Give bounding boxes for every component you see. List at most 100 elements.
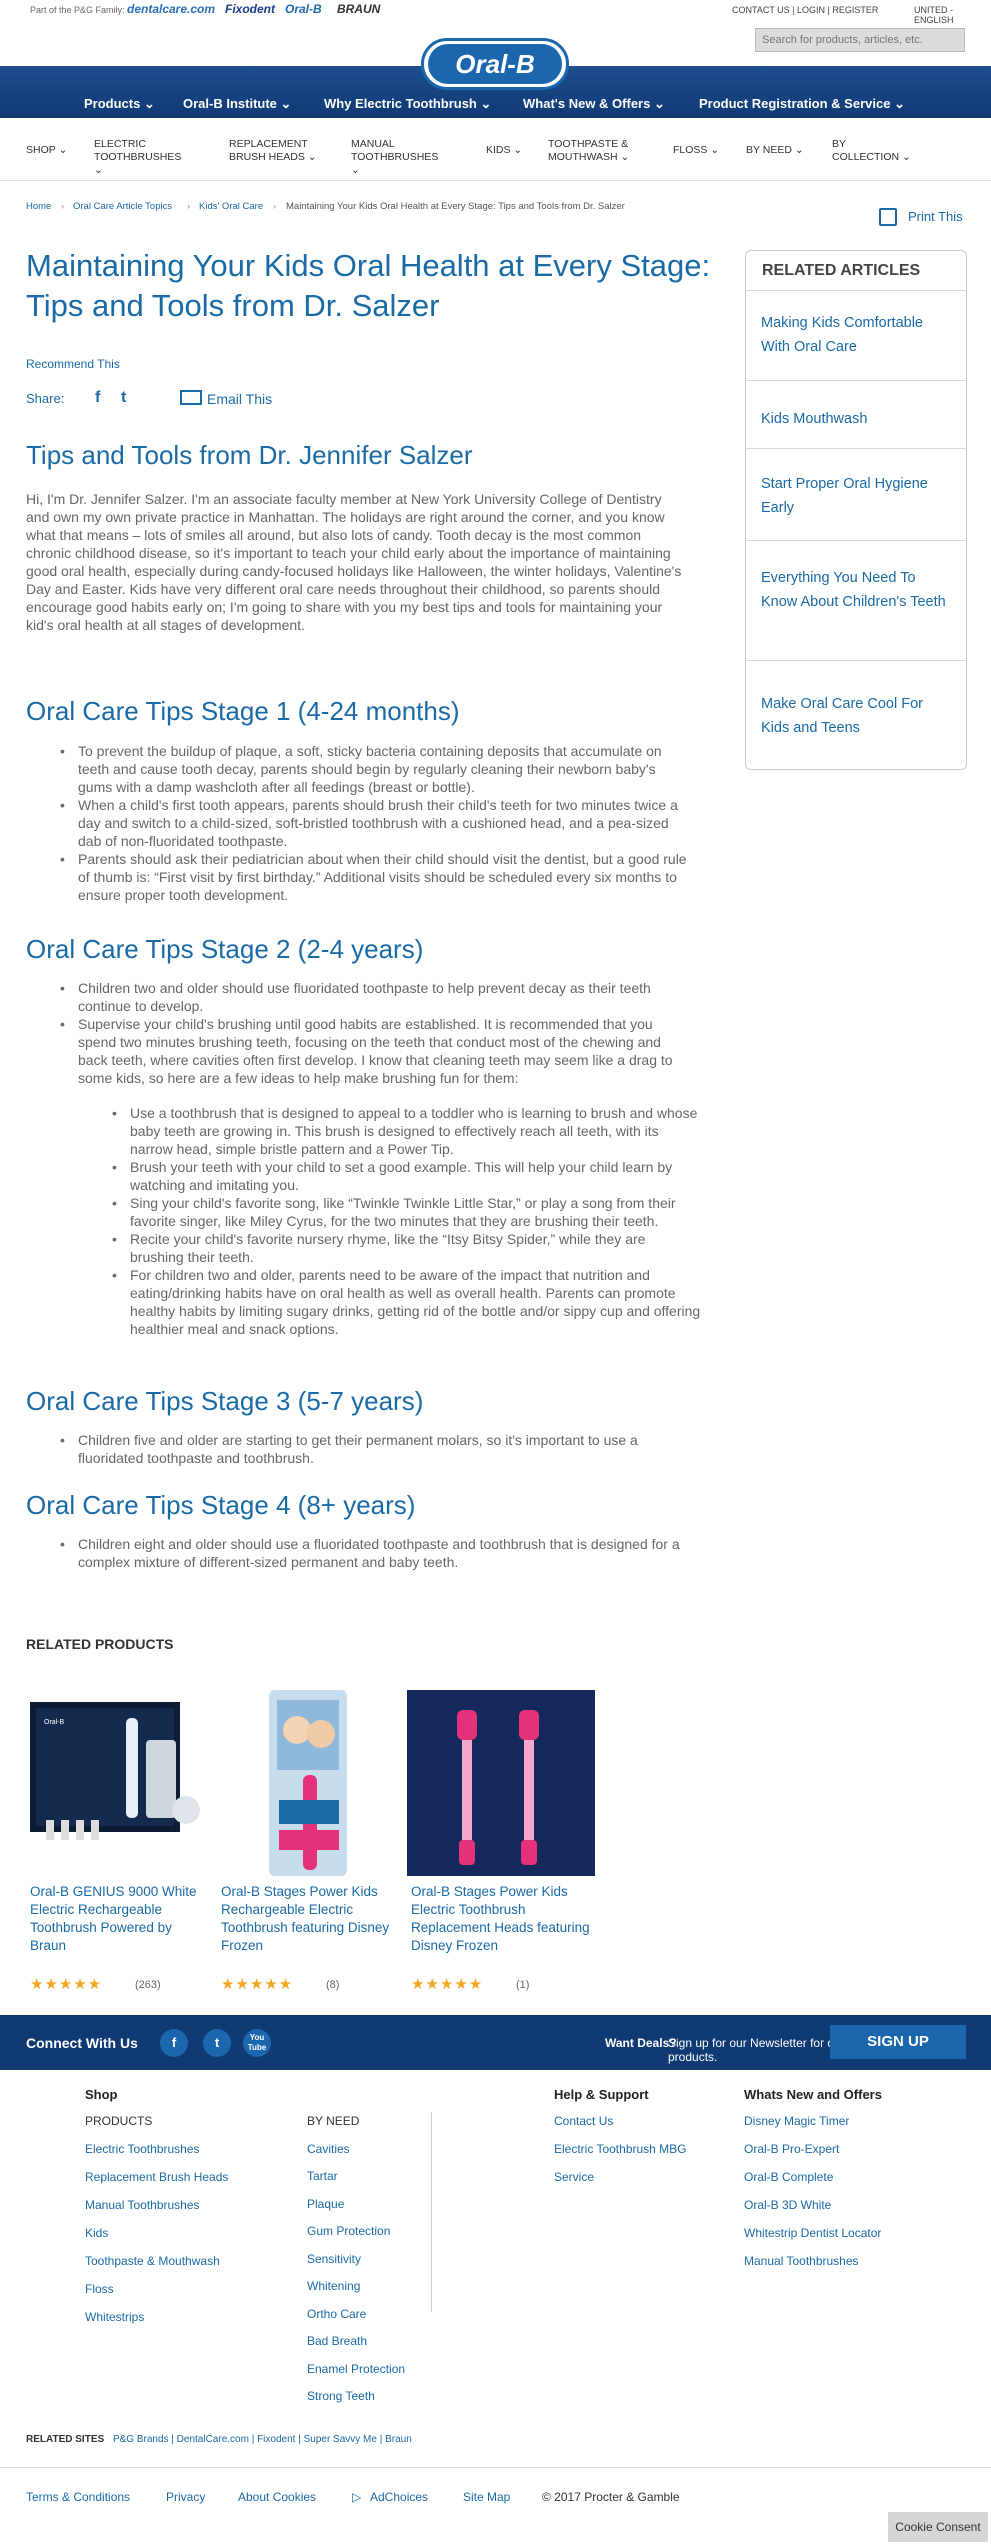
twitter-share-icon[interactable]: t — [121, 389, 126, 407]
recommend-link[interactable]: Recommend This — [26, 357, 120, 371]
footer-whats-new-heading: Whats New and Offers — [744, 2087, 882, 2102]
list-item: When a child's first tooth appears, pare… — [60, 796, 690, 850]
nav-whats-new[interactable]: What's New & Offers ⌄ — [523, 96, 665, 112]
footer-link[interactable]: Cavities — [307, 2142, 427, 2170]
subnav-kids[interactable]: KIDS ⌄ — [486, 144, 522, 157]
list-item: Brush your teeth with your child to set … — [112, 1158, 702, 1194]
deals-label: Want Deals? — [605, 2036, 677, 2050]
product-link-genius[interactable]: Oral-B GENIUS 9000 White Electric Rechar… — [30, 1883, 210, 1955]
intro-paragraph: Hi, I'm Dr. Jennifer Salzer. I'm an asso… — [26, 491, 682, 633]
footer-link[interactable]: Floss — [85, 2282, 245, 2310]
footer-link[interactable]: Electric Toothbrush MBG — [554, 2142, 724, 2170]
privacy-link[interactable]: Privacy — [166, 2490, 205, 2504]
product-link-stages-power[interactable]: Oral-B Stages Power Kids Rechargeable El… — [221, 1883, 401, 1955]
subnav-replacement-heads[interactable]: REPLACEMENT BRUSH HEADS ⌄ — [229, 138, 319, 164]
review-count[interactable]: (263) — [135, 1979, 161, 1991]
related-article-link[interactable]: Kids Mouthwash — [761, 407, 946, 431]
subnav-floss[interactable]: FLOSS ⌄ — [673, 144, 719, 157]
facebook-icon[interactable]: f — [160, 2029, 188, 2057]
adchoices-link[interactable]: AdChoices — [370, 2490, 428, 2504]
adchoices-icon[interactable]: ▷ — [352, 2490, 361, 2504]
list-item: To prevent the buildup of plaque, a soft… — [60, 742, 690, 796]
subnav-toothpaste[interactable]: TOOTHPASTE & MOUTHWASH ⌄ — [548, 138, 643, 164]
footer-link[interactable]: Replacement Brush Heads — [85, 2170, 245, 2198]
page-title: Maintaining Your Kids Oral Health at Eve… — [26, 248, 711, 323]
nav-why-electric[interactable]: Why Electric Toothbrush ⌄ — [324, 96, 491, 112]
breadcrumb-article-topics[interactable]: Oral Care Article Topics — [73, 201, 172, 212]
subnav-manual-toothbrushes[interactable]: MANUAL TOOTHBRUSHES ⌄ — [351, 138, 438, 177]
footer-link[interactable]: Oral-B Complete — [744, 2170, 944, 2198]
oralb-family-link[interactable]: Oral-B — [285, 2, 322, 16]
footer-link[interactable]: Disney Magic Timer — [744, 2114, 944, 2142]
list-item: Parents should ask their pediatrician ab… — [60, 850, 690, 904]
nav-product-registration[interactable]: Product Registration & Service ⌄ — [699, 96, 905, 112]
print-this-link[interactable]: Print This — [908, 209, 963, 224]
footer-link[interactable]: Strong Teeth — [307, 2389, 427, 2417]
product-image-genius[interactable]: Oral-B — [26, 1690, 214, 1876]
twitter-icon[interactable]: t — [203, 2029, 231, 2057]
search-input[interactable] — [755, 28, 965, 52]
related-article-link[interactable]: Make Oral Care Cool For Kids and Teens — [761, 692, 946, 740]
product-image-stages-power[interactable] — [217, 1690, 405, 1876]
list-item: Supervise your child's brushing until go… — [60, 1015, 690, 1087]
facebook-share-icon[interactable]: f — [95, 389, 100, 407]
footer-link[interactable]: Kids — [85, 2226, 245, 2254]
sitemap-link[interactable]: Site Map — [463, 2490, 510, 2504]
related-article-link[interactable]: Making Kids Comfortable With Oral Care — [761, 311, 946, 359]
review-count[interactable]: (1) — [516, 1979, 529, 1991]
footer-link[interactable]: Manual Toothbrushes — [744, 2254, 944, 2282]
email-icon[interactable] — [180, 390, 202, 405]
nav-oralb-institute[interactable]: Oral-B Institute ⌄ — [183, 96, 291, 112]
footer-link[interactable]: Contact Us — [554, 2114, 724, 2142]
cookie-consent-button[interactable]: Cookie Consent — [888, 2512, 988, 2542]
stage1-heading: Oral Care Tips Stage 1 (4-24 months) — [26, 696, 460, 726]
footer-link[interactable]: Ortho Care — [307, 2307, 427, 2335]
about-cookies-link[interactable]: About Cookies — [238, 2490, 316, 2504]
footer-link[interactable]: Manual Toothbrushes — [85, 2198, 245, 2226]
footer-link[interactable]: Toothpaste & Mouthwash — [85, 2254, 245, 2282]
footer-link[interactable]: Whitening — [307, 2279, 427, 2307]
fixodent-link[interactable]: Fixodent — [225, 2, 275, 16]
footer-whats-new-col: Disney Magic Timer Oral-B Pro-Expert Ora… — [744, 2114, 944, 2282]
account-links[interactable]: CONTACT US | LOGIN | REGISTER — [732, 5, 878, 15]
footer-link[interactable]: Service — [554, 2170, 724, 2198]
divider — [0, 2467, 991, 2468]
footer-link[interactable]: Sensitivity — [307, 2252, 427, 2280]
dentalcare-link[interactable]: dentalcare.com — [127, 2, 215, 16]
related-sites-links[interactable]: P&G Brands | DentalCare.com | Fixodent |… — [113, 2434, 412, 2445]
subnav-shop[interactable]: SHOP ⌄ — [26, 144, 67, 157]
footer-link[interactable]: Tartar — [307, 2169, 427, 2197]
footer-link[interactable]: Bad Breath — [307, 2334, 427, 2362]
subnav-electric-toothbrushes[interactable]: ELECTRIC TOOTHBRUSHES ⌄ — [94, 138, 181, 177]
footer-link[interactable]: Plaque — [307, 2197, 427, 2225]
breadcrumb-sep: › — [187, 201, 191, 212]
youtube-icon[interactable]: You Tube — [243, 2029, 271, 2057]
footer-help-col: Contact Us Electric Toothbrush MBG Servi… — [554, 2114, 724, 2198]
footer-link[interactable]: Electric Toothbrushes — [85, 2142, 245, 2170]
subnav-by-need[interactable]: BY NEED ⌄ — [746, 144, 804, 157]
nav-products[interactable]: Products ⌄ — [84, 96, 155, 112]
product-link-replacement-heads[interactable]: Oral-B Stages Power Kids Electric Toothb… — [411, 1883, 591, 1955]
terms-link[interactable]: Terms & Conditions — [26, 2490, 130, 2504]
footer-link[interactable]: Oral-B 3D White — [744, 2198, 944, 2226]
subnav-by-collection[interactable]: BY COLLECTION ⌄ — [832, 138, 912, 164]
product-image-replacement-heads[interactable] — [407, 1690, 595, 1876]
signup-button[interactable]: SIGN UP — [830, 2025, 966, 2059]
list-item: Use a toothbrush that is designed to app… — [112, 1104, 702, 1158]
review-count[interactable]: (8) — [326, 1979, 339, 1991]
footer-link[interactable]: Gum Protection — [307, 2224, 427, 2252]
braun-link[interactable]: BRAUN — [337, 2, 380, 16]
language-selector[interactable]: UNITED - ENGLISH — [914, 5, 991, 25]
footer-link[interactable]: Whitestrips — [85, 2310, 245, 2338]
footer-link[interactable]: Enamel Protection — [307, 2362, 427, 2390]
footer-link[interactable]: Oral-B Pro-Expert — [744, 2142, 944, 2170]
breadcrumb-home[interactable]: Home — [26, 201, 51, 212]
email-this-link[interactable]: Email This — [207, 391, 272, 407]
print-icon[interactable] — [879, 208, 897, 226]
oralb-logo[interactable]: Oral-B — [428, 44, 562, 84]
related-article-link[interactable]: Everything You Need To Know About Childr… — [761, 566, 946, 614]
footer-link[interactable]: Whitestrip Dentist Locator — [744, 2226, 944, 2254]
breadcrumb-kids-oral-care[interactable]: Kids' Oral Care — [199, 201, 263, 212]
related-article-link[interactable]: Start Proper Oral Hygiene Early — [761, 472, 946, 520]
related-sites-row: RELATED SITES P&G Brands | DentalCare.co… — [26, 2434, 412, 2445]
